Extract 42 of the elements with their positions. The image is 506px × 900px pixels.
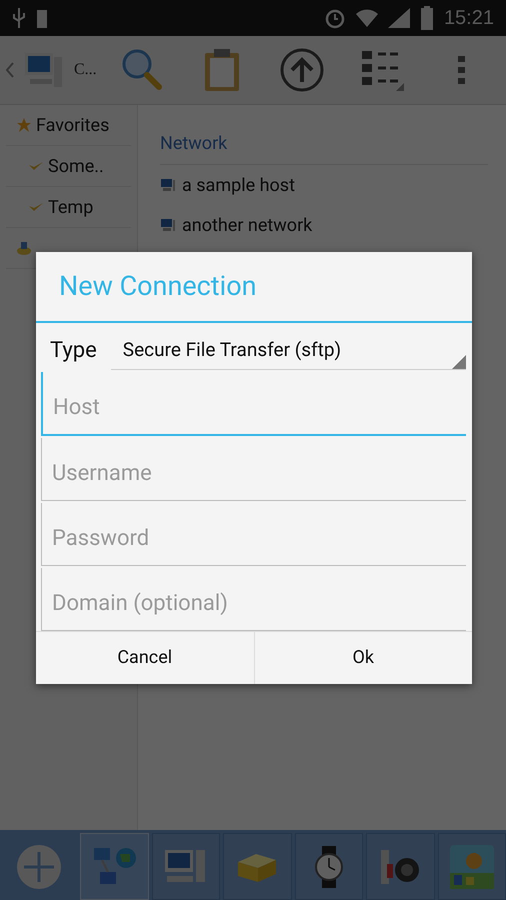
search-icon[interactable]: [120, 48, 163, 92]
battery-icon: [420, 6, 434, 30]
clock-time: 15:21: [444, 6, 494, 30]
back-icon[interactable]: [6, 62, 14, 78]
sidebar-item[interactable]: Temp: [48, 196, 94, 218]
bookmark-tab[interactable]: [294, 833, 364, 900]
type-label: Type: [50, 338, 97, 363]
clipboard-icon[interactable]: [204, 48, 240, 92]
bookmark-tab[interactable]: [223, 833, 292, 900]
bookmark-tab[interactable]: [438, 833, 506, 900]
folder-check-icon: [28, 160, 44, 172]
wifi-icon: [356, 8, 378, 28]
battery-icon: [36, 8, 48, 28]
input-field[interactable]: Password: [41, 502, 466, 566]
input-field[interactable]: Domain (optional): [41, 568, 466, 631]
star-icon: [16, 117, 32, 133]
location-label[interactable]: C...: [74, 61, 97, 79]
folder-check-icon: [28, 201, 44, 213]
bookmark-tab[interactable]: [366, 833, 435, 900]
dropdown-corner-icon: [452, 354, 466, 369]
dialog-button[interactable]: Cancel: [36, 632, 254, 684]
upload-icon[interactable]: [280, 48, 324, 92]
signal-icon: [388, 8, 410, 28]
input-field[interactable]: Host: [41, 372, 466, 436]
bookmark-tab[interactable]: [152, 833, 220, 900]
usb-icon: [12, 8, 26, 28]
dialog-button[interactable]: Ok: [254, 632, 472, 684]
computer-icon: [160, 178, 176, 192]
computer-icon: [160, 218, 176, 232]
type-dropdown[interactable]: Secure File Transfer (sftp): [110, 330, 466, 370]
dialog-title: New Connection: [59, 270, 257, 302]
network-item[interactable]: another network: [182, 214, 312, 236]
sidebar-item[interactable]: Favorites: [36, 114, 110, 136]
drive-icon: [16, 240, 32, 256]
alarm-icon: [324, 7, 346, 29]
section-header: Network: [160, 123, 488, 165]
network-item[interactable]: a sample host: [182, 174, 295, 196]
more-icon[interactable]: [458, 56, 466, 84]
input-field[interactable]: Username: [41, 438, 466, 501]
list-view-icon[interactable]: [360, 49, 404, 91]
add-icon[interactable]: [16, 844, 62, 890]
sidebar-item[interactable]: Some..: [48, 156, 104, 176]
